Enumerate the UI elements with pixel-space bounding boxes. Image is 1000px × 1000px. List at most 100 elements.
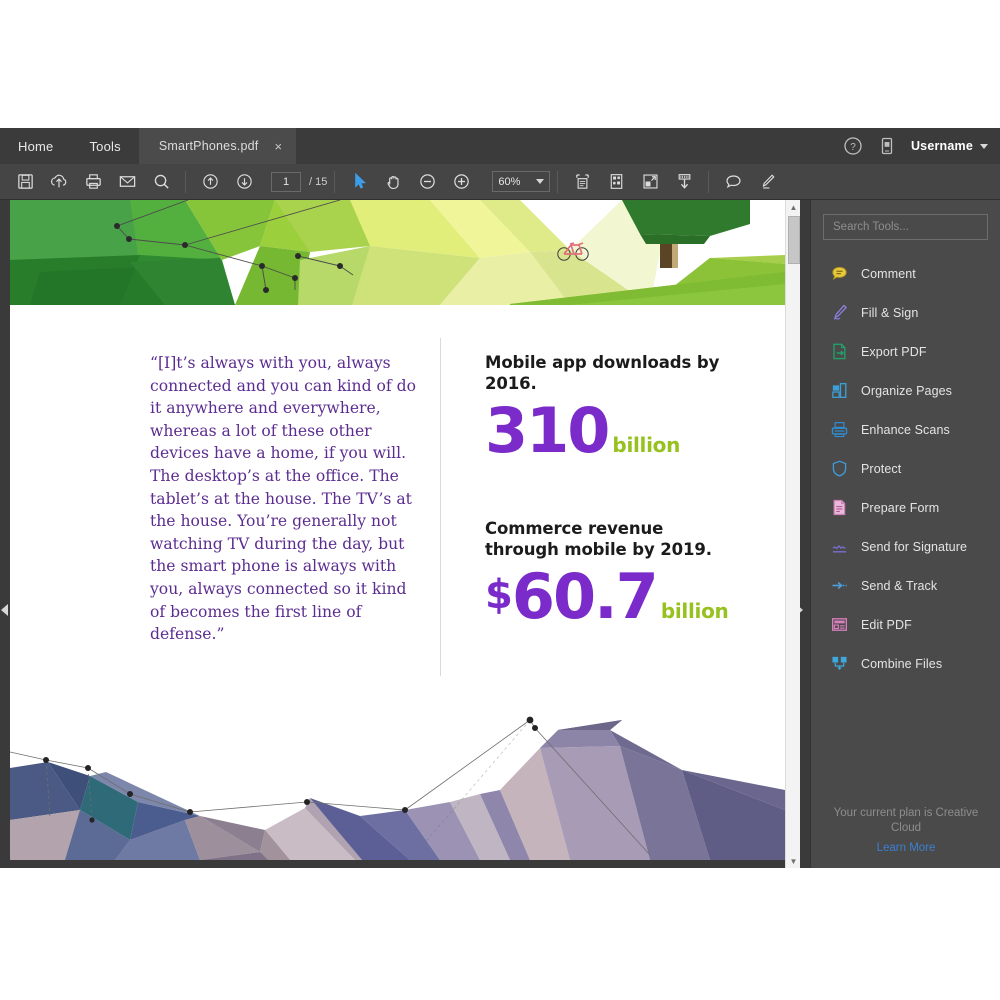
tool-comment[interactable]: Comment: [811, 254, 1000, 293]
tool-combine-files[interactable]: Combine Files: [811, 644, 1000, 683]
enhance-scans-icon: [830, 420, 849, 439]
tab-tools-label: Tools: [89, 139, 120, 154]
tab-bar: Home Tools SmartPhones.pdf × ?: [0, 128, 1000, 164]
tool-send-and-track[interactable]: Send & Track: [811, 566, 1000, 605]
stat-currency: $: [485, 572, 512, 618]
tool-label: Prepare Form: [861, 501, 939, 515]
tool-label: Protect: [861, 462, 901, 476]
stat-block-2: Commerce revenue through mobile by 2019.…: [485, 518, 735, 644]
page-content: “[I]t’s always with you, always connecte…: [10, 310, 785, 690]
tab-document-label: SmartPhones.pdf: [159, 139, 259, 153]
tool-label: Export PDF: [861, 345, 927, 359]
stat-value: 60.7: [512, 560, 657, 633]
page-nav-left-arrow[interactable]: [1, 604, 8, 616]
pdf-page-1: “[I]t’s always with you, always connecte…: [10, 200, 785, 860]
page-number-input[interactable]: 1: [271, 172, 301, 192]
stat-value-row: $60.7billion: [485, 562, 735, 644]
toolbar-divider-1: [185, 171, 186, 193]
acrobat-window: Home Tools SmartPhones.pdf × ?: [0, 128, 1000, 868]
document-viewport: “[I]t’s always with you, always connecte…: [0, 200, 810, 868]
fit-page-icon[interactable]: [565, 167, 599, 197]
scroll-down-icon[interactable]: ▼: [786, 854, 801, 868]
fit-width-icon[interactable]: [633, 167, 667, 197]
chevron-down-icon: [980, 144, 988, 149]
username-label: Username: [911, 139, 973, 153]
tool-label: Fill & Sign: [861, 306, 918, 320]
upload-cloud-icon[interactable]: [42, 167, 76, 197]
prepare-form-icon: [830, 498, 849, 517]
page-thumbnails-icon[interactable]: [599, 167, 633, 197]
stat-value-row: 310billion: [485, 396, 735, 478]
edit-pdf-icon: [830, 615, 849, 634]
tool-edit-pdf[interactable]: Edit PDF: [811, 605, 1000, 644]
tool-label: Send & Track: [861, 579, 937, 593]
export-pdf-icon: [830, 342, 849, 361]
tab-document-smartphones[interactable]: SmartPhones.pdf ×: [139, 128, 296, 164]
tool-organize-pages[interactable]: Organize Pages: [811, 371, 1000, 410]
stat-block-1: Mobile app downloads by 2016. 310billion: [485, 352, 735, 478]
shield-icon: [830, 459, 849, 478]
print-icon[interactable]: [76, 167, 110, 197]
stat-title: Commerce revenue through mobile by 2019.: [485, 518, 735, 560]
toolbar-divider-3: [557, 171, 558, 193]
select-tool-icon[interactable]: [342, 167, 376, 197]
previous-page-icon[interactable]: [193, 167, 227, 197]
search-icon[interactable]: [144, 167, 178, 197]
toolbar-divider-4: [708, 171, 709, 193]
zoom-level-select[interactable]: 60%: [492, 171, 550, 192]
statistics-column: Mobile app downloads by 2016. 310billion…: [485, 352, 735, 644]
highlight-icon[interactable]: [750, 167, 784, 197]
search-tools-input[interactable]: [833, 221, 978, 233]
help-icon[interactable]: ?: [843, 136, 863, 156]
close-icon[interactable]: ×: [274, 140, 282, 153]
stat-value: 310: [485, 394, 608, 467]
comment-icon[interactable]: [716, 167, 750, 197]
vertical-scrollbar[interactable]: ▲ ▼: [785, 200, 800, 868]
svg-text:?: ?: [850, 142, 856, 153]
tool-export-pdf[interactable]: Export PDF: [811, 332, 1000, 371]
comment-bubble-icon: [830, 264, 849, 283]
content-divider: [440, 338, 441, 676]
learn-more-link[interactable]: Learn More: [877, 842, 936, 854]
hand-tool-icon[interactable]: [376, 167, 410, 197]
plan-text: Your current plan is Creative Cloud: [827, 806, 985, 836]
tool-fill-and-sign[interactable]: Fill & Sign: [811, 293, 1000, 332]
pen-sign-icon: [830, 303, 849, 322]
mountains-illustration: [10, 690, 785, 860]
tool-label: Enhance Scans: [861, 423, 950, 437]
tool-protect[interactable]: Protect: [811, 449, 1000, 488]
tool-label: Comment: [861, 267, 916, 281]
next-page-icon[interactable]: [227, 167, 261, 197]
main-toolbar: 1 / 15 60%: [0, 164, 1000, 200]
combine-files-icon: [830, 654, 849, 673]
save-file-icon[interactable]: [8, 167, 42, 197]
tool-send-for-signature[interactable]: Send for Signature: [811, 527, 1000, 566]
mobile-link-icon[interactable]: [877, 136, 897, 156]
scrollbar-thumb[interactable]: [788, 216, 800, 264]
organize-pages-icon: [830, 381, 849, 400]
read-mode-icon[interactable]: [667, 167, 701, 197]
tab-home-label: Home: [18, 139, 53, 154]
send-for-signature-icon: [830, 537, 849, 556]
zoom-in-icon[interactable]: [444, 167, 478, 197]
plan-info: Your current plan is Creative Cloud Lear…: [811, 806, 1000, 856]
page-total-label: / 15: [309, 176, 327, 188]
toolbar-divider-2: [334, 171, 335, 193]
zoom-level-value: 60%: [498, 176, 520, 188]
chevron-down-icon: [536, 179, 544, 184]
tool-prepare-form[interactable]: Prepare Form: [811, 488, 1000, 527]
tab-home[interactable]: Home: [0, 128, 71, 164]
email-icon[interactable]: [110, 167, 144, 197]
tool-label: Organize Pages: [861, 384, 952, 398]
zoom-out-icon[interactable]: [410, 167, 444, 197]
pull-quote: “[I]t’s always with you, always connecte…: [150, 352, 418, 646]
stat-unit: billion: [661, 599, 729, 623]
tool-label: Edit PDF: [861, 618, 912, 632]
stat-title: Mobile app downloads by 2016.: [485, 352, 735, 394]
scroll-up-icon[interactable]: ▲: [786, 200, 801, 214]
user-menu[interactable]: Username: [911, 139, 988, 153]
tool-enhance-scans[interactable]: Enhance Scans: [811, 410, 1000, 449]
tool-label: Combine Files: [861, 657, 942, 671]
tab-tools[interactable]: Tools: [71, 128, 138, 164]
search-tools-field[interactable]: [823, 214, 988, 240]
